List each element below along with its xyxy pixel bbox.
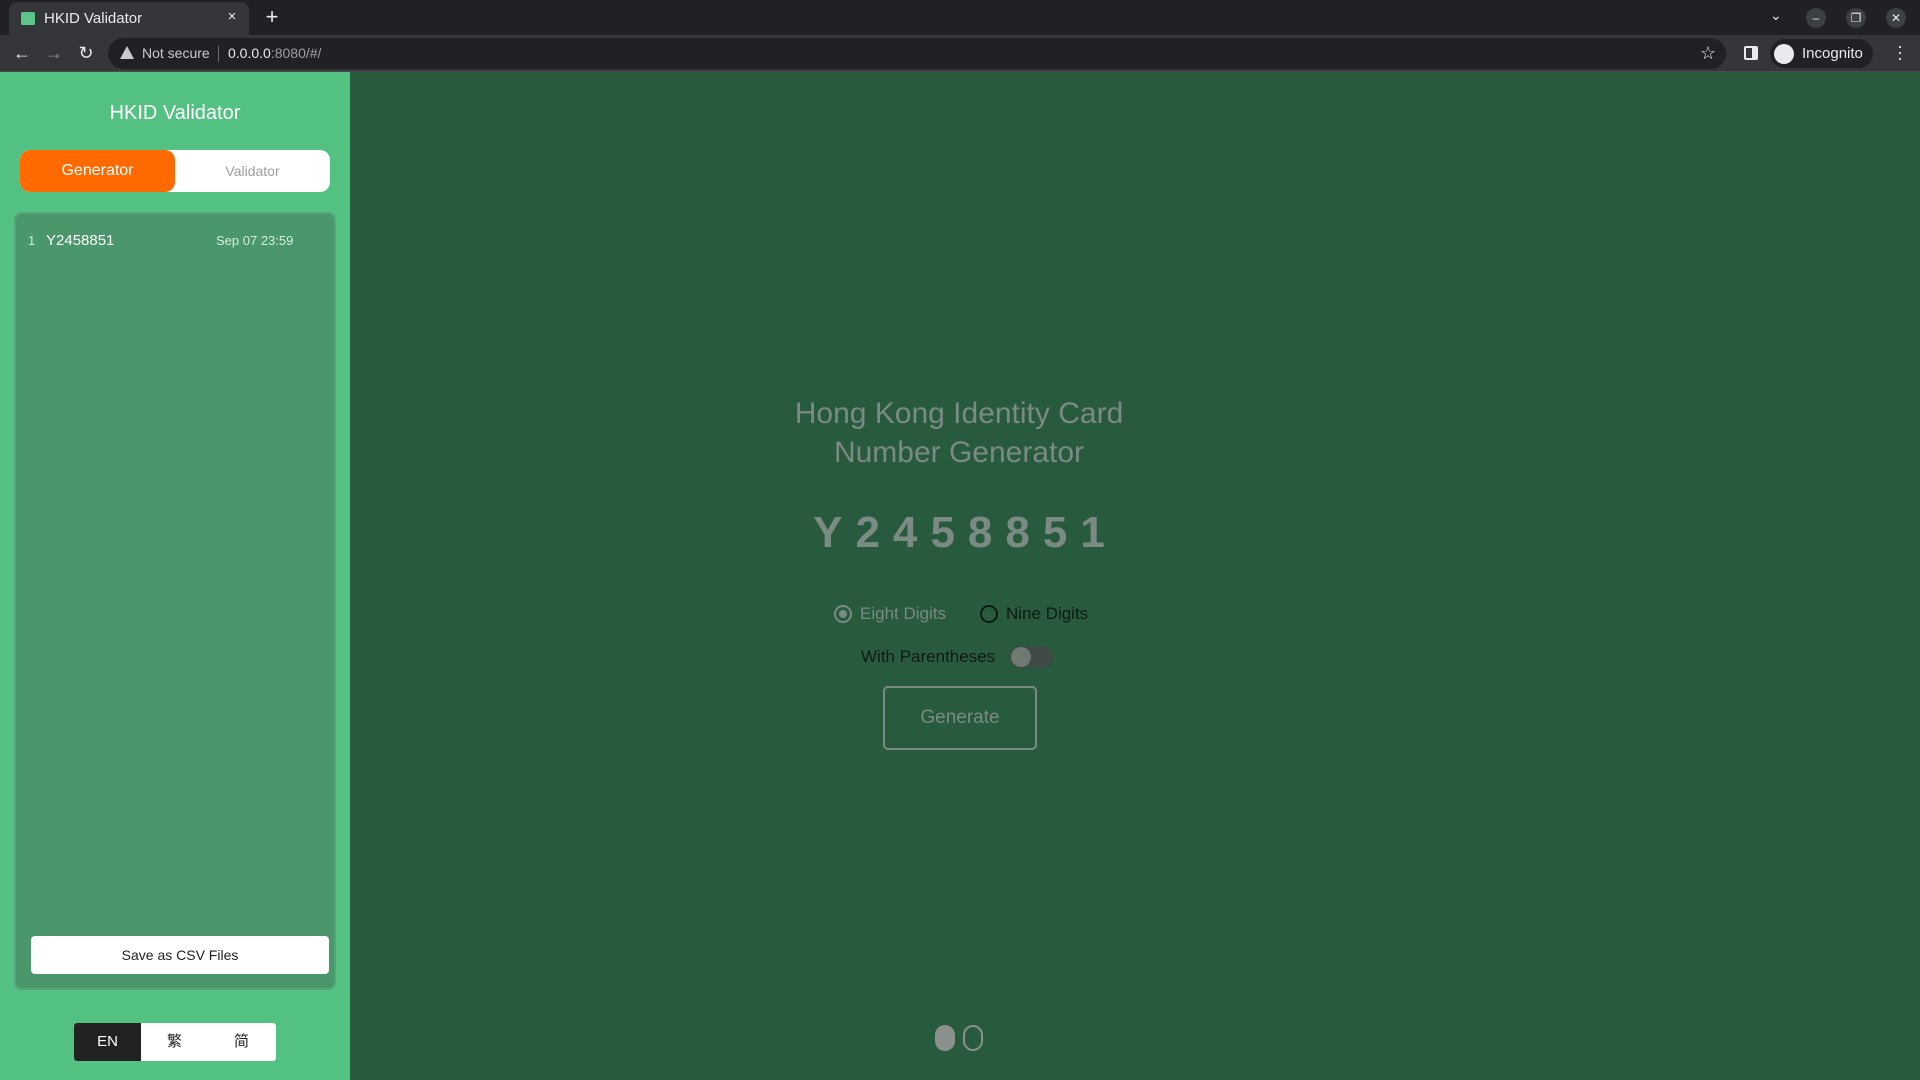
menu-icon[interactable]: · · · <box>1894 37 1906 67</box>
digits-option-group: Eight Digits Nine Digits <box>834 603 1088 625</box>
profile-label: Incognito <box>1802 45 1863 62</box>
url-divider <box>218 46 219 62</box>
lang-traditional-button[interactable]: 繁 <box>141 1023 208 1061</box>
nine-digits-label[interactable]: Nine Digits <box>1006 604 1088 624</box>
page-dot-2[interactable] <box>963 1025 983 1051</box>
url-host: 0.0.0.0 <box>228 45 271 61</box>
plus-icon[interactable]: + <box>260 4 284 30</box>
parentheses-label: With Parentheses <box>861 647 996 666</box>
incognito-badge[interactable]: Incognito <box>1770 39 1873 68</box>
sidebar: HKID Validator Generator Validator 1 Y24… <box>0 72 350 1080</box>
browser-tab-bar: HKID Validator × + ⌄ – ❐ ✕ <box>0 0 1920 35</box>
history-row[interactable]: 1 Y2458851 Sep 07 23:59 <box>16 230 334 252</box>
back-icon[interactable]: ← <box>10 41 34 65</box>
parentheses-option: With Parentheses <box>861 644 1054 670</box>
reload-icon[interactable]: ↻ <box>74 41 98 65</box>
generate-button[interactable]: Generate <box>883 686 1037 750</box>
minimize-icon[interactable]: – <box>1806 8 1826 28</box>
tab-title: HKID Validator <box>44 10 143 27</box>
chevron-down-icon[interactable]: ⌄ <box>1770 7 1782 24</box>
browser-toolbar: ← → ↻ Not secure 0.0.0.0:8080/#/ ☆ Incog… <box>0 35 1920 72</box>
main-panel: Hong Kong Identity Card Number Generator… <box>350 72 1920 1080</box>
lang-en-button[interactable]: EN <box>74 1023 141 1061</box>
security-label[interactable]: Not secure <box>142 45 210 61</box>
history-row-time: Sep 07 23:59 <box>216 233 294 248</box>
warning-icon <box>120 46 134 59</box>
page-title: Hong Kong Identity Card Number Generator <box>350 394 1568 472</box>
save-csv-button[interactable]: Save as CSV Files <box>31 936 329 974</box>
history-panel: 1 Y2458851 Sep 07 23:59 Save as CSV File… <box>14 212 336 990</box>
toggle-knob <box>1011 647 1032 667</box>
nine-digits-radio[interactable] <box>979 605 998 623</box>
url-path: :8080/#/ <box>270 45 322 61</box>
history-row-index: 1 <box>28 233 36 248</box>
star-icon[interactable]: ☆ <box>1700 43 1716 64</box>
browser-tab[interactable]: HKID Validator × <box>9 2 249 35</box>
address-bar[interactable]: Not secure 0.0.0.0:8080/#/ ☆ <box>108 38 1726 69</box>
eight-digits-radio[interactable] <box>834 605 852 623</box>
parentheses-toggle[interactable] <box>1009 646 1054 668</box>
restore-icon[interactable]: ❐ <box>1846 8 1866 28</box>
page-title-line1: Hong Kong Identity Card <box>794 397 1124 430</box>
close-icon[interactable]: × <box>223 8 241 26</box>
favicon-icon <box>21 12 35 25</box>
side-panel-icon[interactable] <box>1744 46 1758 60</box>
history-row-id: Y2458851 <box>46 232 115 249</box>
page-dot-1[interactable] <box>935 1025 955 1051</box>
url-text[interactable]: 0.0.0.0:8080/#/ <box>228 45 321 61</box>
generated-id: Y2458851 <box>813 508 1118 557</box>
eight-digits-label[interactable]: Eight Digits <box>860 604 946 624</box>
app-title: HKID Validator <box>109 102 241 124</box>
lang-simplified-button[interactable]: 简 <box>208 1023 275 1061</box>
mode-toggle: Generator Validator <box>20 150 330 192</box>
language-switcher: EN 繁 简 <box>74 1023 276 1061</box>
incognito-icon <box>1774 43 1794 64</box>
forward-icon[interactable]: → <box>42 41 66 65</box>
page-title-line2: Number Generator <box>833 436 1085 469</box>
generator-tab[interactable]: Generator <box>20 150 175 192</box>
pagination-dots <box>935 1025 983 1051</box>
validator-tab[interactable]: Validator <box>175 150 330 192</box>
close-window-icon[interactable]: ✕ <box>1886 8 1906 28</box>
